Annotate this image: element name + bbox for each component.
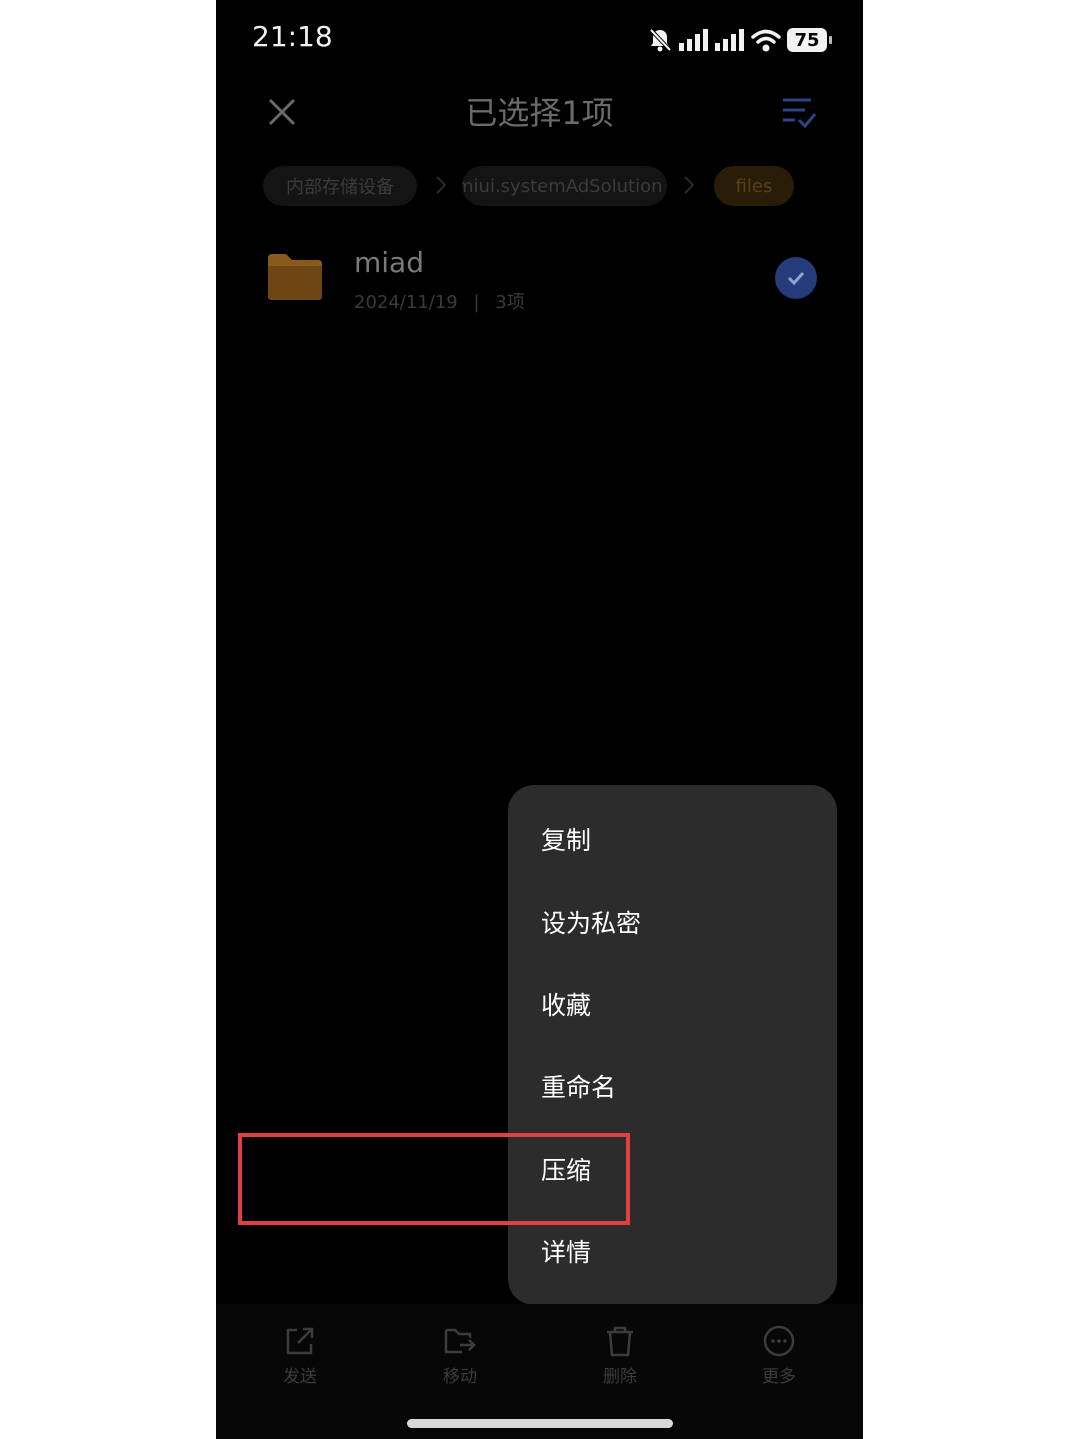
share-icon bbox=[286, 1327, 314, 1355]
status-icons: 75 bbox=[647, 24, 832, 56]
more-label: 更多 bbox=[762, 1367, 796, 1387]
file-date: 2024/11/19 bbox=[354, 292, 458, 313]
phone-screen: 21:18 75 已选择1项 内部存储设备 miui.systemAdSolut… bbox=[216, 0, 863, 1439]
select-all-icon[interactable] bbox=[779, 92, 819, 132]
more-button[interactable]: 更多 bbox=[729, 1324, 829, 1387]
breadcrumb-internal-storage[interactable]: 内部存储设备 bbox=[263, 166, 417, 206]
wifi-icon bbox=[751, 29, 781, 52]
file-name[interactable]: miad bbox=[354, 246, 424, 279]
signal-icon bbox=[679, 29, 708, 51]
menu-item-rename[interactable]: 重命名 bbox=[508, 1045, 837, 1127]
mute-bell-icon bbox=[649, 28, 672, 52]
move-folder-icon bbox=[444, 1328, 476, 1354]
menu-item-compress[interactable]: 压缩 bbox=[508, 1128, 837, 1210]
chevron-right-icon bbox=[684, 176, 695, 194]
delete-label: 删除 bbox=[603, 1367, 637, 1387]
chevron-right-icon bbox=[436, 176, 447, 194]
trash-icon bbox=[607, 1326, 633, 1357]
home-indicator[interactable] bbox=[407, 1419, 673, 1428]
file-count: 3项 bbox=[495, 292, 525, 313]
breadcrumb-files[interactable]: files bbox=[714, 166, 794, 206]
menu-item-favorite[interactable]: 收藏 bbox=[508, 963, 837, 1045]
move-label: 移动 bbox=[443, 1367, 477, 1387]
send-label: 发送 bbox=[283, 1367, 317, 1387]
checkmark-icon bbox=[787, 271, 805, 286]
delete-button[interactable]: 删除 bbox=[570, 1324, 670, 1387]
more-icon bbox=[763, 1325, 795, 1357]
battery-icon: 75 bbox=[787, 28, 832, 52]
breadcrumb-label: miui.systemAdSolution bbox=[462, 175, 663, 197]
meta-divider: | bbox=[473, 292, 480, 313]
send-button[interactable]: 发送 bbox=[250, 1324, 350, 1387]
menu-item-set-private[interactable]: 设为私密 bbox=[508, 881, 837, 963]
folder-icon bbox=[268, 254, 322, 300]
move-button[interactable]: 移动 bbox=[410, 1324, 510, 1387]
selected-check[interactable] bbox=[775, 257, 817, 299]
signal-icon bbox=[715, 29, 744, 51]
context-menu: 复制 设为私密 收藏 重命名 压缩 详情 bbox=[508, 785, 837, 1305]
file-meta: 2024/11/19 | 3项 bbox=[354, 288, 525, 314]
menu-item-copy[interactable]: 复制 bbox=[508, 798, 837, 880]
menu-item-details[interactable]: 详情 bbox=[508, 1210, 837, 1292]
breadcrumb-ad-solution[interactable]: miui.systemAdSolution bbox=[462, 166, 667, 206]
page-title: 已选择1项 bbox=[465, 94, 614, 132]
status-time: 21:18 bbox=[252, 20, 333, 53]
